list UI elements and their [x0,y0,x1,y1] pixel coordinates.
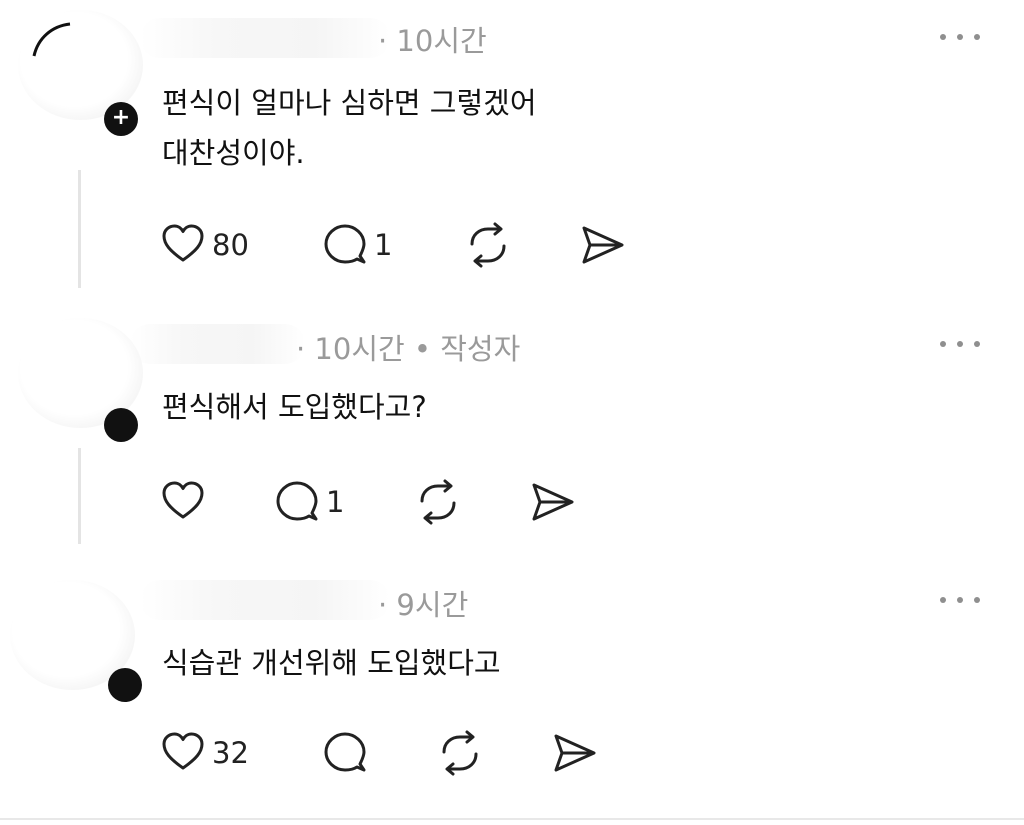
repost-icon [470,222,506,268]
reply-button[interactable] [322,728,368,778]
post-1: + · 10시간 편식이 얼마나 심하면 그렇겠어 대찬성이야. 80 1 [0,0,1024,300]
comment-icon [324,224,366,264]
post-2: · 10시간 • 작성자 편식해서 도입했다고? 1 [0,300,1024,560]
post-time: · 10시간 [378,18,487,60]
more-dots-icon [940,34,946,40]
share-button[interactable] [550,728,598,778]
reply-button[interactable]: 1 [274,477,344,527]
thread-line [78,170,81,288]
comment-icon [276,481,318,521]
repost-button[interactable] [464,220,512,270]
repost-icon [442,730,478,776]
avatar-edge-icon [32,22,71,57]
post-time: · 10시간 • 작성자 [296,326,520,368]
time-label: · 10시간 [296,332,405,366]
time-label: · 10시간 [378,24,487,58]
send-icon [554,734,596,772]
follow-badge[interactable]: + [104,102,138,136]
comment-icon [324,732,366,772]
post-3: · 9시간 식습관 개선위해 도입했다고 32 [0,560,1024,818]
send-icon [582,226,624,264]
more-options-button[interactable] [940,334,980,354]
share-button[interactable] [578,220,626,270]
time-label: · 9시간 [378,588,469,622]
repost-icon [420,479,456,525]
more-options-button[interactable] [940,590,980,610]
more-dots-icon [940,341,946,347]
username-redacted [130,324,305,364]
post-text: 편식해서 도입했다고? [162,382,427,432]
repost-button[interactable] [414,477,462,527]
thread-line [78,448,81,544]
post-text: 식습관 개선위해 도입했다고 [162,638,501,688]
heart-icon [162,481,204,519]
repost-button[interactable] [436,728,484,778]
username-redacted [140,580,390,620]
reply-button[interactable]: 1 [322,220,392,270]
share-button[interactable] [528,477,576,527]
heart-icon [162,732,204,770]
username-redacted [140,18,390,58]
author-badge: • 작성자 [413,332,521,366]
divider [0,818,1024,820]
post-text-line: 편식이 얼마나 심하면 그렇겠어 [162,86,537,120]
like-count: 32 [212,736,249,770]
like-button[interactable]: 80 [160,220,249,270]
avatar-badge [104,408,138,442]
post-time: · 9시간 [378,582,468,624]
heart-icon [162,224,204,262]
like-button[interactable] [160,477,206,527]
post-text-line: 편식해서 도입했다고? [162,390,427,424]
more-dots-icon [940,597,946,603]
like-button[interactable]: 32 [160,728,249,778]
avatar-badge [108,668,142,702]
post-text: 편식이 얼마나 심하면 그렇겠어 대찬성이야. [162,78,537,178]
more-options-button[interactable] [940,27,980,47]
post-text-line: 대찬성이야. [162,136,305,170]
send-icon [532,483,574,521]
reply-count: 1 [374,228,393,262]
like-count: 80 [212,228,249,262]
reply-count: 1 [326,485,345,519]
post-text-line: 식습관 개선위해 도입했다고 [162,646,501,680]
